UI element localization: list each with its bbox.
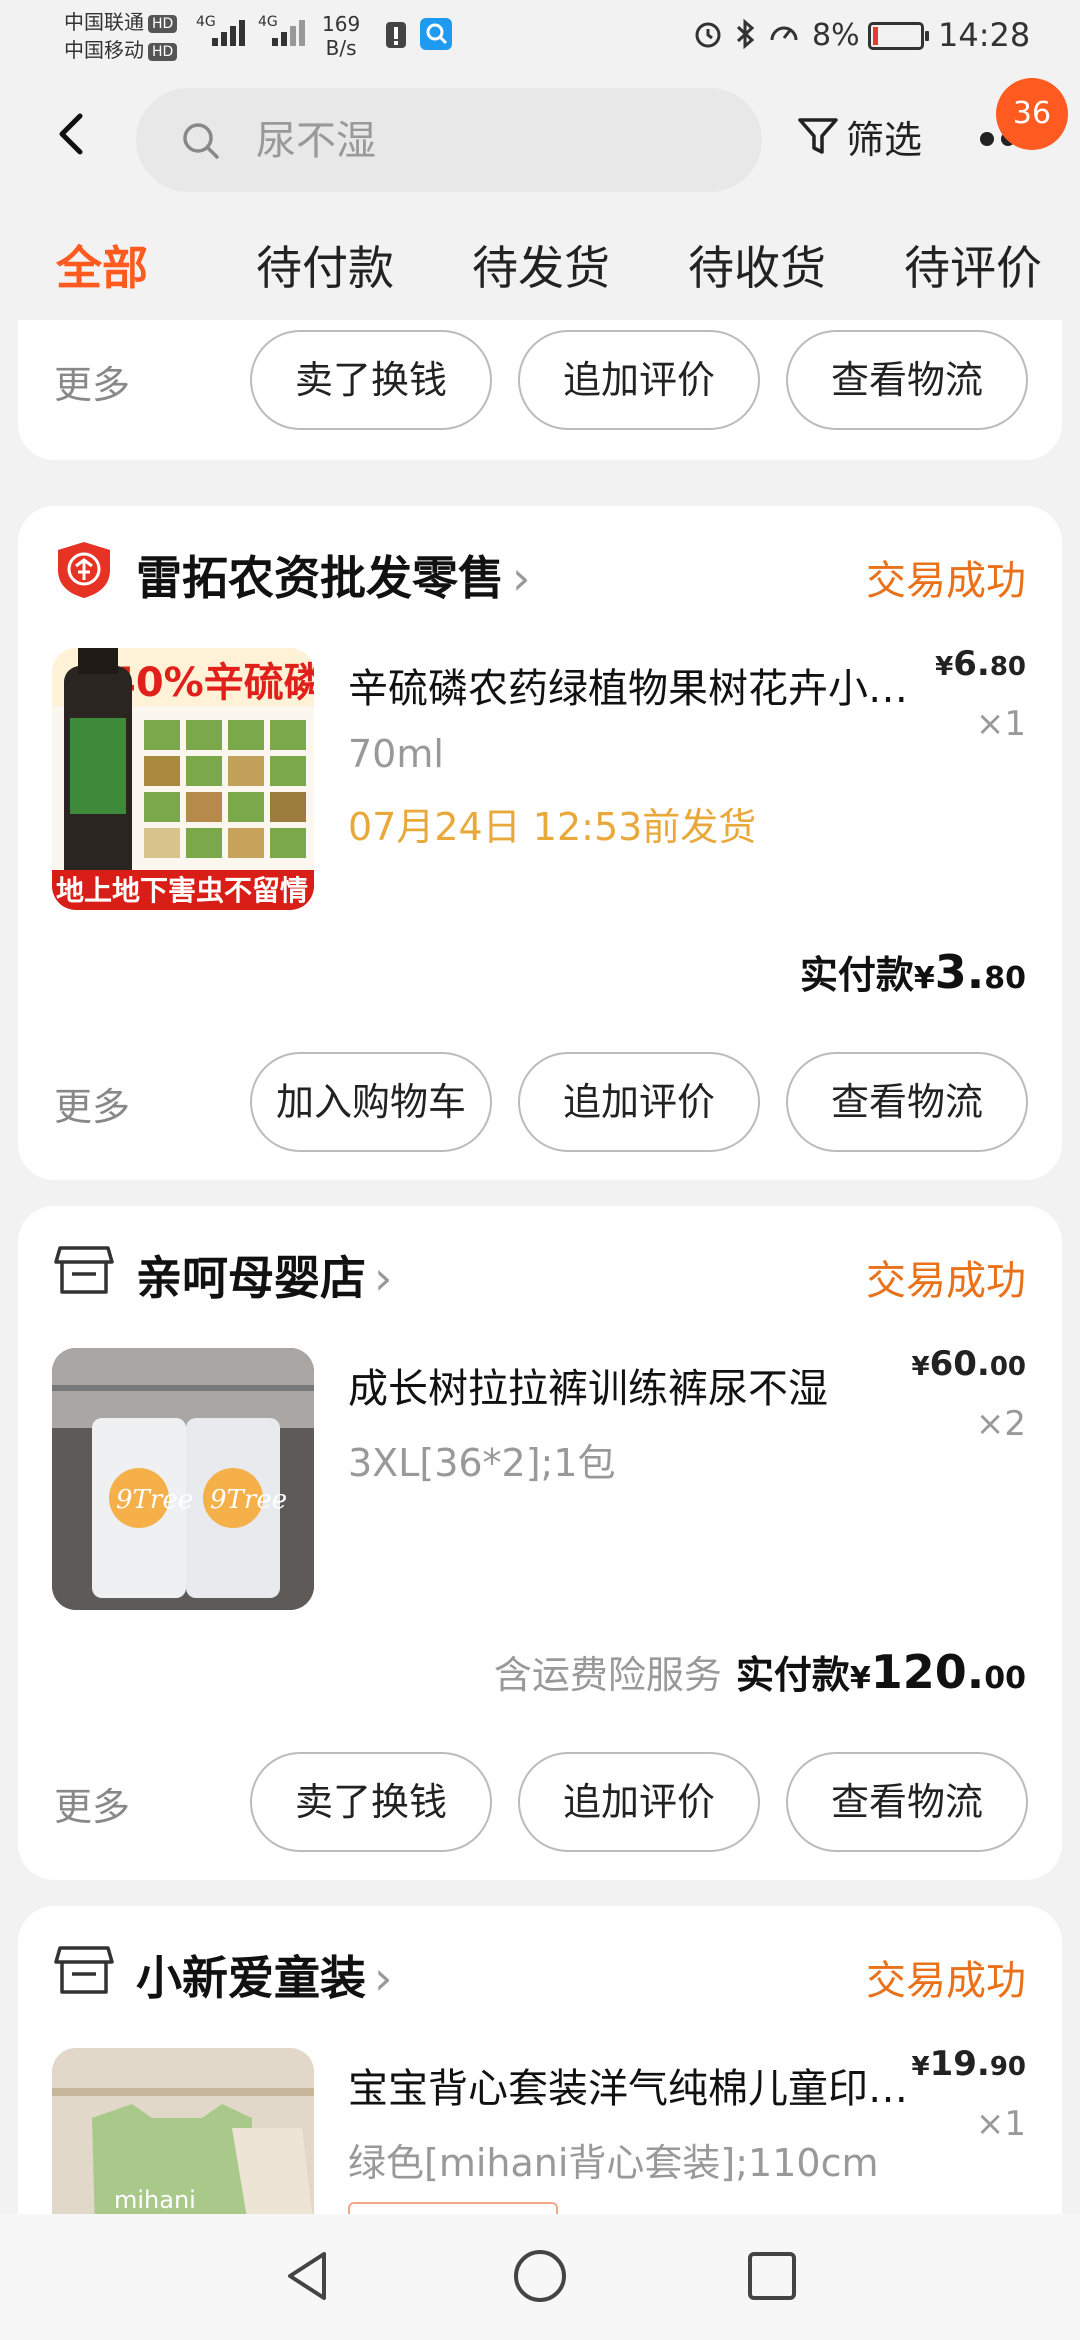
tab-all[interactable]: 全部 — [56, 232, 148, 298]
shipping-insurance-note: 含运费险服务 — [493, 1653, 722, 1697]
product-title[interactable]: 辛硫磷农药绿植物果树花卉小虫子杀虫剂 — [348, 656, 928, 714]
more-label[interactable]: 更多 — [54, 354, 130, 409]
status-bar: 中国联通 HD 中国移动 HD 4G 4G 169 B/s 8% 14:28 — [0, 0, 1080, 78]
shipping-note: 07月24日 12:53前发货 — [348, 805, 757, 849]
product-title[interactable]: 成长树拉拉裤训练裤尿不湿 — [348, 1356, 928, 1414]
chevron-right-icon: › — [512, 551, 531, 605]
order-card: 雷拓农资批发零售 › 交易成功 40%辛硫磷 地上地下害虫不留情 辛硫磷农药绿植… — [18, 506, 1062, 1180]
product-thumbnail[interactable]: 40%辛硫磷 地上地下害虫不留情 — [52, 648, 314, 910]
diaper-product-image: 9Tree 9Tree — [52, 1348, 314, 1610]
shop-name[interactable]: 小新爱童装 › — [136, 1942, 392, 2008]
bluetooth-icon — [730, 18, 762, 50]
system-navigation-bar — [0, 2214, 1080, 2340]
order-status: 交易成功 — [866, 1258, 1026, 1304]
order-status: 交易成功 — [866, 558, 1026, 604]
tab-pending-receipt[interactable]: 待收货 — [688, 232, 826, 298]
search-input[interactable] — [256, 116, 726, 166]
product-spec: 70ml — [348, 732, 444, 776]
thumb-title-text: 40%辛硫磷 — [108, 660, 314, 706]
add-to-cart-button[interactable]: 加入购物车 — [250, 1052, 492, 1152]
product-spec: 3XL[36*2];1包 — [348, 1441, 616, 1485]
more-label[interactable]: 更多 — [54, 1776, 130, 1831]
enterprise-shield-icon — [58, 542, 110, 598]
signal-icon-1 — [212, 18, 256, 46]
sell-for-cash-button[interactable]: 卖了换钱 — [250, 1752, 492, 1852]
thumb-brand-text: mihani — [114, 2186, 196, 2214]
tab-pending-payment[interactable]: 待付款 — [256, 232, 394, 298]
product-quantity: ×1 — [975, 2104, 1026, 2144]
view-logistics-button[interactable]: 查看物流 — [786, 1752, 1028, 1852]
nav-back-icon[interactable] — [276, 2244, 340, 2308]
product-quantity: ×2 — [975, 1404, 1026, 1444]
app-notification-icon — [420, 18, 452, 50]
filter-icon — [798, 118, 838, 154]
view-logistics-button[interactable]: 查看物流 — [786, 1052, 1028, 1152]
back-arrow-icon — [59, 113, 83, 155]
chevron-right-icon: › — [374, 1951, 393, 2005]
clock: 14:28 — [938, 16, 1031, 54]
battery-icon — [868, 22, 929, 50]
shop-name[interactable]: 亲呵母婴店 › — [136, 1242, 392, 1308]
store-icon — [54, 1946, 114, 1994]
alarm-icon — [692, 18, 724, 50]
product-thumbnail[interactable]: mihani — [52, 2048, 314, 2214]
add-review-button[interactable]: 追加评价 — [518, 1052, 760, 1152]
more-label[interactable]: 更多 — [54, 1076, 130, 1131]
order-status: 交易成功 — [866, 1958, 1026, 2004]
store-icon — [54, 1246, 114, 1294]
thumb-brand-text: 9Tree — [210, 1485, 287, 1515]
product-price: ¥60.00 — [911, 1344, 1026, 1384]
order-list[interactable]: 更多 卖了换钱 追加评价 查看物流 雷拓农资批发零售› 交易成功 40%辛硫磷 — [0, 320, 1080, 2214]
search-bar[interactable] — [136, 88, 762, 192]
product-title[interactable]: 宝宝背心套装洋气纯棉儿童印花短裤 — [348, 2056, 928, 2114]
paid-amount: 实付款¥3.80 — [799, 945, 1026, 999]
product-price: ¥6.80 — [935, 644, 1026, 684]
nav-recent-apps-icon[interactable] — [740, 2244, 804, 2308]
speedometer-icon — [768, 18, 800, 50]
search-header: 筛选 36 — [0, 78, 1080, 198]
thumb-brand-text: 9Tree — [116, 1485, 193, 1515]
kids-clothing-product-image: mihani — [52, 2048, 314, 2214]
nav-home-icon[interactable] — [508, 2244, 572, 2308]
message-count-badge: 36 — [996, 78, 1068, 150]
chevron-right-icon: › — [374, 1251, 393, 1305]
order-card-partial: 更多 卖了换钱 追加评价 查看物流 — [18, 320, 1062, 460]
sell-for-cash-button[interactable]: 卖了换钱 — [250, 330, 492, 430]
battery-percent: 8% — [812, 18, 860, 53]
shop-name[interactable]: 雷拓农资批发零售 › — [136, 542, 530, 608]
product-thumbnail[interactable]: 9Tree 9Tree — [52, 1348, 314, 1610]
view-logistics-button[interactable]: 查看物流 — [786, 330, 1028, 430]
dot-icon — [980, 132, 994, 146]
search-icon — [183, 123, 219, 159]
tab-pending-review[interactable]: 待评价 — [904, 232, 1042, 298]
order-tabs: 全部 待付款 待发货 待收货 待评价 — [0, 198, 1080, 320]
filter-label: 筛选 — [846, 117, 923, 162]
product-price: ¥19.90 — [911, 2044, 1026, 2084]
add-review-button[interactable]: 追加评价 — [518, 1752, 760, 1852]
order-card: 亲呵母婴店 › 交易成功 9Tree 9Tree 成长树拉拉裤训练裤尿不湿 3XL… — [18, 1206, 1062, 1880]
carrier-info: 中国联通 HD 中国移动 HD — [64, 8, 178, 64]
promo-tag — [348, 2202, 558, 2214]
filter-button[interactable]: 筛选 — [796, 106, 922, 166]
product-spec: 绿色[mihani背心套装];110cm — [348, 2141, 879, 2185]
paid-amount: 含运费险服务 实付款¥120.00 — [493, 1645, 1026, 1699]
back-button[interactable] — [46, 108, 98, 160]
network-speed: 169 B/s — [322, 12, 361, 60]
tab-pending-shipment[interactable]: 待发货 — [472, 232, 610, 298]
pesticide-product-image: 40%辛硫磷 地上地下害虫不留情 — [52, 648, 314, 910]
product-quantity: ×1 — [975, 704, 1026, 744]
signal-icon-2 — [272, 18, 316, 46]
add-review-button[interactable]: 追加评价 — [518, 330, 760, 430]
thumb-slogan-text: 地上地下害虫不留情 — [56, 874, 308, 907]
order-card: 小新爱童装 › 交易成功 mihani 宝宝背心套装洋气纯棉儿童印花短裤 绿色[m… — [18, 1906, 1062, 2214]
alert-icon — [380, 18, 412, 50]
